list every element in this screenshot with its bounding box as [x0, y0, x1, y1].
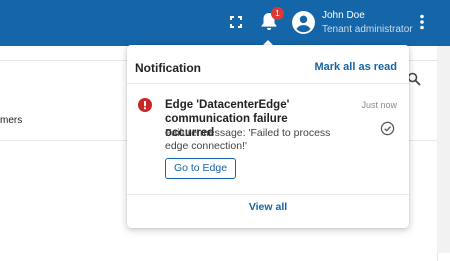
search-icon[interactable]: [407, 72, 421, 86]
notification-time: Just now: [361, 100, 397, 110]
notification-message: Failure message: 'Failed to process edge…: [165, 127, 331, 152]
mark-all-read-button[interactable]: Mark all as read: [314, 61, 397, 73]
background-gutter: [437, 46, 450, 253]
go-to-edge-button[interactable]: Go to Edge: [165, 158, 236, 179]
popover-title: Notification: [135, 61, 201, 75]
error-icon: [138, 98, 152, 112]
view-all-link[interactable]: View all: [127, 201, 409, 213]
more-vert-icon[interactable]: [416, 13, 428, 31]
notification-popover: Notification Mark all as read Edge 'Data…: [127, 45, 409, 228]
user-role: Tenant administrator: [322, 24, 413, 35]
top-app-bar: [0, 0, 450, 46]
divider: [127, 194, 409, 195]
account-circle-icon[interactable]: [291, 10, 316, 35]
check-circle-icon[interactable]: [380, 121, 395, 136]
user-name[interactable]: John Doe: [322, 10, 365, 21]
background-tab-label[interactable]: mers: [0, 115, 22, 126]
fullscreen-icon[interactable]: [228, 14, 244, 30]
divider: [127, 83, 409, 84]
notification-badge: 1: [271, 7, 284, 20]
